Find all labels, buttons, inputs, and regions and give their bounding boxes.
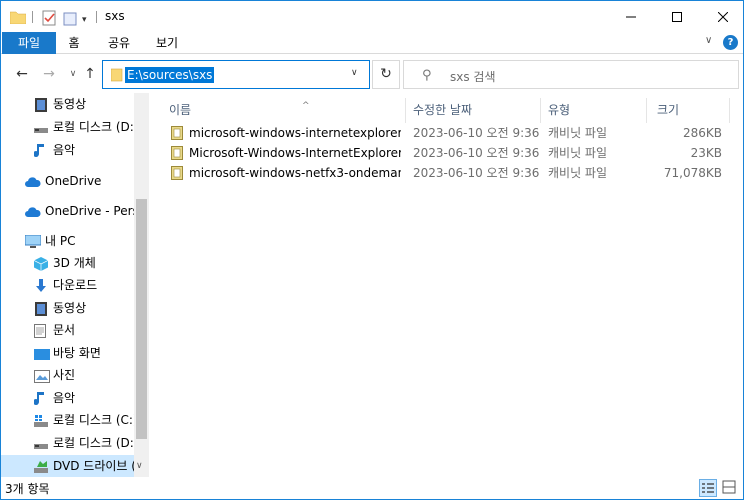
sidebar-item-local-disk-c[interactable]: 로컬 디스크 (C:)	[1, 409, 134, 431]
file-name: microsoft-windows-internetexplorer-opt..…	[189, 126, 401, 140]
dvd-drive-icon	[34, 459, 50, 473]
properties-icon[interactable]	[41, 9, 57, 27]
chevron-down-icon[interactable]: ∨	[351, 68, 358, 78]
3d-objects-icon	[33, 256, 50, 271]
explorer-window: ▾ sxs 파일 홈 공유 보기 ∨ ? ← → ∨ ↑ E:\sources\…	[0, 0, 744, 500]
file-type: 캐비닛 파일	[548, 146, 608, 160]
refresh-button[interactable]: ↻	[372, 60, 400, 89]
navigation-bar: ← → ∨ ↑ E:\sources\sxs ∨ ↻ ⚲ sxs 검색	[1, 55, 743, 93]
customize-toolbar-icon[interactable]: ▾	[82, 11, 87, 29]
column-header-date[interactable]: 수정한 날짜	[413, 98, 472, 123]
sidebar-item-3d-objects[interactable]: 3D 개체	[1, 252, 134, 274]
music-icon	[33, 143, 50, 158]
tab-home[interactable]: 홈	[58, 32, 90, 54]
sidebar-item-onedrive[interactable]: OneDrive	[1, 170, 134, 192]
file-date: 2023-06-10 오전 9:36	[413, 146, 540, 160]
cabinet-file-icon	[171, 126, 183, 140]
file-name: microsoft-windows-netfx3-ondemand-p...	[189, 166, 401, 180]
column-header-type[interactable]: 유형	[548, 98, 570, 123]
document-icon	[34, 323, 50, 338]
sidebar-item-videos[interactable]: 동영상	[1, 93, 134, 115]
divider	[96, 11, 97, 23]
onedrive-icon	[25, 204, 41, 218]
expand-ribbon-icon[interactable]: ∨	[705, 35, 712, 46]
search-input[interactable]: ⚲ sxs 검색	[403, 60, 739, 89]
sidebar-item-music[interactable]: 음악	[1, 139, 134, 161]
new-folder-icon[interactable]	[63, 10, 77, 28]
sidebar-item-local-disk-d[interactable]: 로컬 디스크 (D:)	[1, 116, 134, 138]
column-divider[interactable]	[405, 98, 406, 123]
help-icon[interactable]: ?	[723, 35, 738, 50]
tab-file[interactable]: 파일	[2, 32, 56, 54]
drive-icon	[34, 436, 50, 450]
video-icon	[34, 301, 50, 316]
sidebar-item-videos[interactable]: 동영상	[1, 297, 134, 319]
table-row[interactable]: microsoft-windows-netfx3-ondemand-p... 2…	[149, 163, 729, 183]
file-list: ^ 이름 수정한 날짜 유형 크기 microsoft-windows-inte…	[149, 93, 743, 477]
table-row[interactable]: Microsoft-Windows-InternetExplorer-Op...…	[149, 143, 729, 163]
column-divider[interactable]	[540, 98, 541, 123]
desktop-icon	[34, 346, 50, 360]
sidebar-item-downloads[interactable]: 다운로드	[1, 274, 134, 296]
file-size: 286KB	[682, 126, 722, 140]
tab-share[interactable]: 공유	[102, 32, 136, 54]
maximize-button[interactable]	[654, 1, 700, 32]
file-date: 2023-06-10 오전 9:36	[413, 126, 540, 140]
scrollbar-thumb[interactable]	[136, 199, 147, 439]
address-bar[interactable]: E:\sources\sxs ∨	[102, 60, 370, 89]
sidebar-item-onedrive-personal[interactable]: OneDrive - Person	[1, 200, 134, 222]
pc-icon	[24, 234, 42, 248]
picture-icon	[34, 368, 50, 383]
window-title: sxs	[105, 9, 125, 23]
drive-icon	[34, 120, 50, 134]
sidebar-item-desktop[interactable]: 바탕 화면	[1, 342, 134, 364]
minimize-button[interactable]	[608, 1, 654, 32]
divider	[32, 11, 33, 23]
video-icon	[34, 97, 50, 112]
file-type: 캐비닛 파일	[548, 126, 608, 140]
scroll-down-icon[interactable]: ∨	[136, 461, 143, 471]
address-path[interactable]: E:\sources\sxs	[125, 67, 215, 83]
title-bar: ▾ sxs	[1, 1, 743, 32]
sidebar-item-this-pc[interactable]: 내 PC	[1, 230, 134, 252]
windows-drive-icon	[34, 413, 50, 427]
table-row[interactable]: microsoft-windows-internetexplorer-opt..…	[149, 123, 729, 143]
details-view-button[interactable]	[699, 479, 717, 497]
file-date: 2023-06-10 오전 9:36	[413, 166, 540, 180]
back-button[interactable]: ←	[12, 64, 32, 84]
download-icon	[34, 278, 50, 292]
search-placeholder: sxs 검색	[450, 70, 496, 84]
column-header-name[interactable]: ^ 이름	[169, 98, 310, 123]
onedrive-icon	[25, 174, 41, 188]
file-size: 23KB	[690, 146, 722, 160]
status-bar: 3개 항목	[1, 477, 743, 499]
folder-icon	[110, 68, 123, 85]
cabinet-file-icon	[171, 166, 183, 180]
music-icon	[33, 391, 50, 406]
tab-view[interactable]: 보기	[149, 32, 185, 54]
file-type: 캐비닛 파일	[548, 166, 608, 180]
up-button[interactable]: ↑	[80, 64, 100, 84]
sidebar-item-pictures[interactable]: 사진	[1, 364, 134, 386]
forward-button[interactable]: →	[39, 64, 59, 84]
sidebar-item-documents[interactable]: 문서	[1, 319, 134, 341]
file-size: 71,078KB	[663, 166, 722, 180]
file-name: Microsoft-Windows-InternetExplorer-Op...	[189, 146, 401, 160]
sidebar-item-music[interactable]: 음악	[1, 387, 134, 409]
sidebar-item-dvd-drive[interactable]: DVD 드라이브 (	[1, 455, 134, 477]
folder-icon	[10, 10, 26, 24]
sidebar-item-local-disk-d[interactable]: 로컬 디스크 (D:)	[1, 432, 134, 454]
sort-ascending-icon: ^	[302, 101, 310, 111]
item-count: 3개 항목	[5, 482, 50, 496]
search-icon: ⚲	[422, 68, 432, 83]
cabinet-file-icon	[171, 146, 183, 160]
close-button[interactable]	[700, 1, 744, 32]
column-divider[interactable]	[646, 98, 647, 123]
ribbon: 파일 홈 공유 보기 ∨ ?	[1, 32, 743, 54]
column-header-size[interactable]: 크기	[657, 98, 679, 123]
navigation-pane: 동영상 로컬 디스크 (D:) 음악 OneDrive OneDrive - P…	[1, 93, 149, 477]
column-divider[interactable]	[729, 98, 730, 123]
large-icons-view-button[interactable]	[721, 479, 739, 497]
